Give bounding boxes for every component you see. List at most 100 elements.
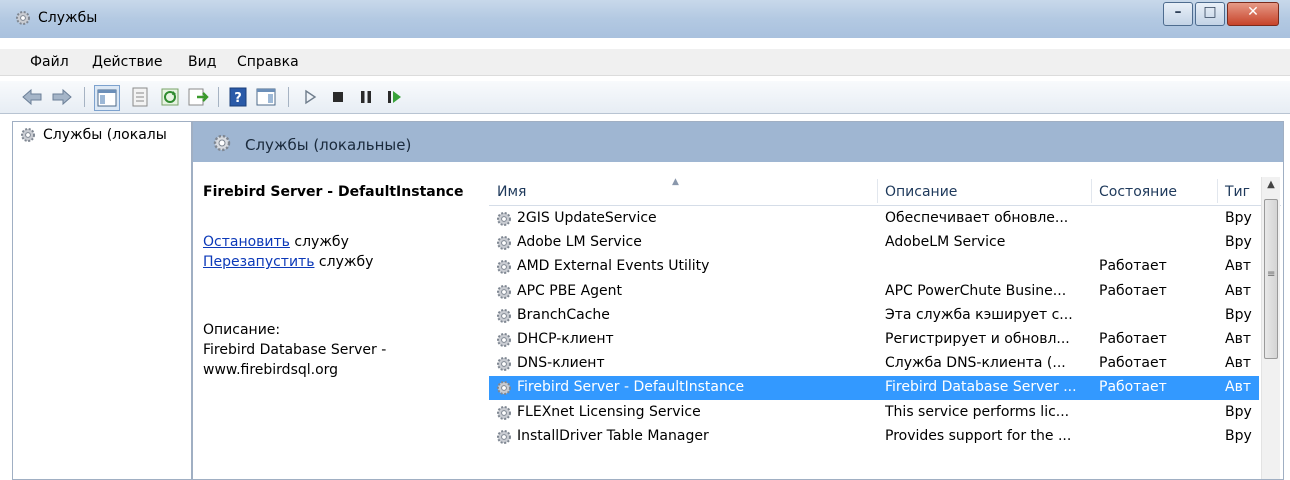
standard-view-tab: [479, 162, 1283, 172]
column-divider[interactable]: [877, 179, 878, 203]
service-gear-icon: [497, 284, 511, 299]
toolbar: ?: [0, 81, 1290, 114]
service-desc: AdobeLM Service: [885, 234, 1006, 251]
service-state: Работает: [1099, 282, 1167, 299]
selected-service-name: Firebird Server - DefaultInstance: [203, 184, 464, 200]
service-startup-type: Вру: [1225, 403, 1252, 420]
toolbar-separator: [84, 87, 85, 107]
back-arrow-icon[interactable]: [20, 85, 44, 109]
table-row[interactable]: FLEXnet Licensing Service This service pe…: [489, 401, 1259, 425]
table-row[interactable]: InstallDriver Table Manager Provides supp…: [489, 425, 1259, 449]
services-pane: Службы (локальные) Firebird Server - Def…: [192, 121, 1284, 480]
service-desc: Эта служба кэширует с...: [885, 306, 1073, 323]
minimize-button[interactable]: –: [1163, 2, 1193, 26]
table-row[interactable]: Firebird Server - DefaultInstance Firebir…: [489, 376, 1259, 401]
column-header-startup-type[interactable]: Тиг: [1225, 184, 1250, 200]
service-startup-type: Вру: [1225, 210, 1252, 226]
pause-service-icon[interactable]: [354, 85, 378, 109]
menu-view[interactable]: Вид: [188, 54, 216, 70]
column-header-status[interactable]: Состояние: [1099, 184, 1177, 200]
service-gear-icon: [497, 333, 511, 347]
svg-text:?: ?: [234, 91, 242, 106]
service-name: AMD External Events Utility: [517, 258, 710, 275]
restart-service-suffix: службу: [314, 254, 374, 270]
service-startup-type: Вру: [1225, 427, 1252, 444]
table-row[interactable]: DNS-клиент Служба DNS-клиента (... Работае…: [489, 352, 1259, 376]
properties-icon[interactable]: [128, 85, 152, 109]
menu-file[interactable]: Файл: [30, 54, 69, 70]
service-name: InstallDriver Table Manager: [517, 427, 709, 444]
stop-service-link[interactable]: Остановить: [203, 234, 290, 250]
service-startup-type: Авт: [1225, 282, 1251, 299]
services-gear-icon: [213, 134, 231, 152]
service-startup-type: Авт: [1225, 258, 1251, 275]
tree-item-services-local[interactable]: Службы (локалы: [19, 126, 167, 144]
service-description: Описание: Firebird Database Server - www…: [203, 320, 413, 380]
window-title: Службы: [38, 10, 98, 26]
service-desc: APC PowerChute Busine...: [885, 282, 1067, 299]
description-label: Описание:: [203, 322, 281, 338]
column-header-name[interactable]: Имя: [497, 184, 526, 200]
table-row[interactable]: APC PBE Agent APC PowerChute Busine... Раб…: [489, 280, 1259, 304]
service-startup-type: Авт: [1225, 379, 1251, 396]
action-pane-icon[interactable]: [254, 85, 278, 109]
description-text: Firebird Database Server - www.firebirds…: [203, 342, 387, 378]
service-name: 2GIS UpdateService: [517, 210, 657, 226]
export-list-icon[interactable]: [186, 85, 210, 109]
close-button[interactable]: ✕: [1227, 2, 1279, 26]
service-gear-icon: [497, 212, 511, 226]
pane-title: Службы (локальные): [245, 136, 412, 154]
service-desc: Обеспечивает обновле...: [885, 210, 1069, 226]
service-state: Работает: [1099, 331, 1167, 347]
menu-action[interactable]: Действие: [92, 54, 162, 70]
service-gear-icon: [497, 357, 511, 372]
restart-service-icon[interactable]: [382, 85, 406, 109]
stop-service-icon[interactable]: [326, 85, 350, 109]
scroll-up-arrow-icon[interactable]: ▲: [1262, 179, 1280, 197]
services-gear-icon: [21, 128, 35, 142]
table-row[interactable]: BranchCache Эта служба кэширует с... Вру: [489, 304, 1259, 328]
service-gear-icon: [497, 381, 511, 396]
column-divider[interactable]: [1217, 179, 1218, 203]
service-gear-icon: [497, 308, 511, 323]
service-gear-icon: [497, 429, 511, 444]
show-hide-console-tree-icon[interactable]: [94, 85, 120, 111]
scrollbar-grip-icon: ≡: [1267, 269, 1276, 280]
services-list: ▲ Имя Описание Состояние Тиг 2GIS Update…: [489, 177, 1281, 479]
stop-service-suffix: службу: [289, 234, 349, 250]
vertical-scrollbar[interactable]: ▲ ≡: [1261, 177, 1280, 479]
table-row[interactable]: Adobe LM Service AdobeLM Service Вру: [489, 231, 1259, 255]
service-gear-icon: [497, 405, 511, 420]
restart-service-link[interactable]: Перезапустить: [203, 254, 314, 270]
service-startup-type: Авт: [1225, 355, 1251, 372]
start-service-icon[interactable]: [298, 85, 322, 109]
table-row[interactable]: AMD External Events Utility Работает Авт: [489, 255, 1259, 279]
scrollbar-thumb[interactable]: ≡: [1264, 199, 1278, 359]
service-actions: Остановить службу Перезапустить службу: [203, 232, 373, 272]
service-name: BranchCache: [517, 306, 610, 323]
service-name: DHCP-клиент: [517, 331, 614, 347]
menu-bar: Файл Действие Вид Справка: [0, 49, 1290, 76]
tree-item-label: Службы (локалы: [43, 127, 167, 143]
pane-header: Службы (локальные): [193, 122, 1283, 162]
service-desc: Служба DNS-клиента (...: [885, 355, 1066, 372]
menu-help[interactable]: Справка: [237, 54, 299, 70]
service-name: Adobe LM Service: [517, 234, 642, 251]
column-divider[interactable]: [1091, 179, 1092, 203]
maximize-button[interactable]: □: [1195, 2, 1225, 26]
help-icon[interactable]: ?: [226, 85, 250, 109]
service-name: DNS-клиент: [517, 355, 605, 372]
column-header-description[interactable]: Описание: [885, 184, 957, 200]
service-name: Firebird Server - DefaultInstance: [517, 379, 745, 396]
title-bar: Службы – □ ✕: [0, 0, 1290, 38]
table-row[interactable]: 2GIS UpdateService Обеспечивает обновле..…: [489, 207, 1259, 231]
service-desc: This service performs lic...: [885, 403, 1070, 420]
refresh-icon[interactable]: [158, 85, 182, 109]
service-startup-type: Авт: [1225, 331, 1251, 347]
service-gear-icon: [497, 260, 511, 275]
services-gear-icon: [16, 11, 30, 25]
close-icon: ✕: [1247, 4, 1259, 20]
maximize-icon: □: [1203, 4, 1217, 20]
table-row[interactable]: DHCP-клиент Регистрирует и обновл... Работ…: [489, 328, 1259, 352]
forward-arrow-icon[interactable]: [50, 85, 74, 109]
